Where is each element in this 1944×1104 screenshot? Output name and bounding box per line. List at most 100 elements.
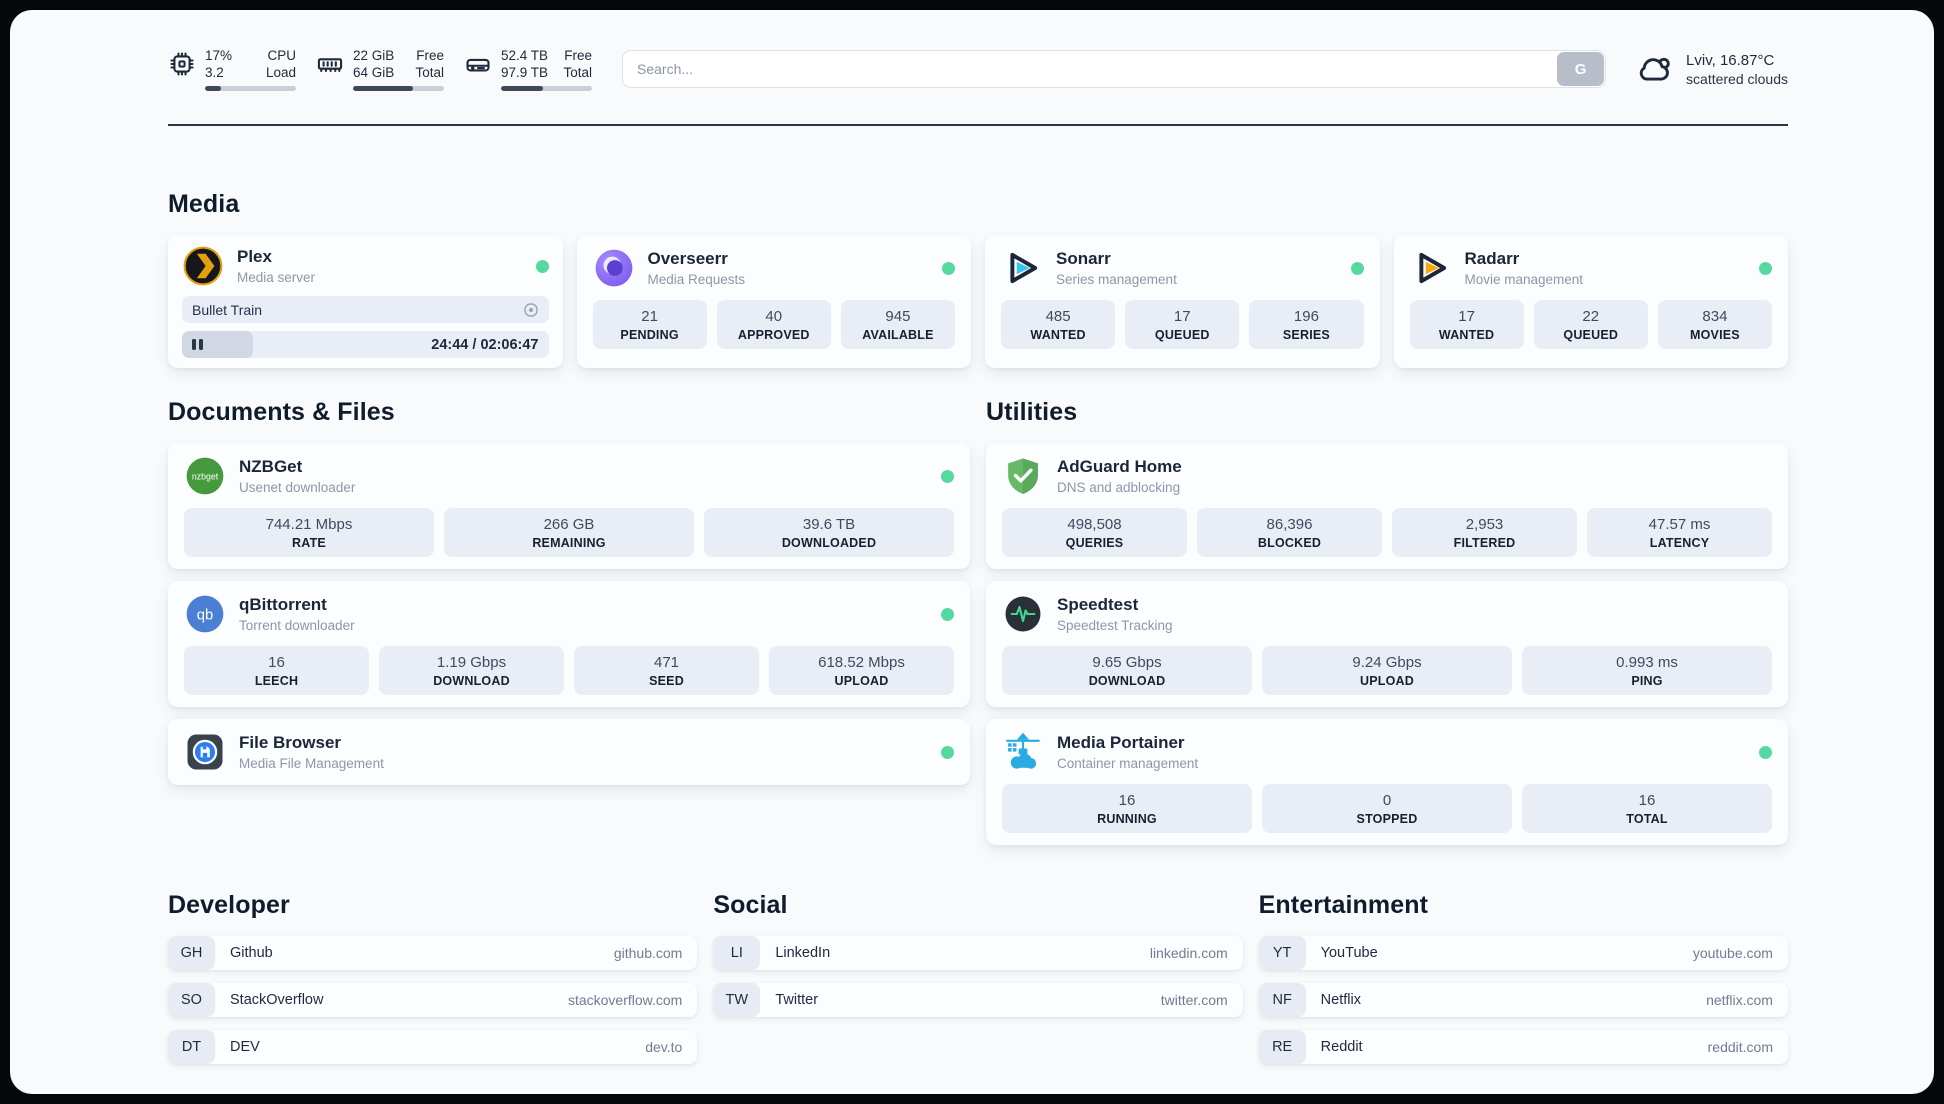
playback-time: 24:44 / 02:06:47 (431, 336, 539, 353)
ram-progress-track (353, 86, 444, 91)
portainer-card[interactable]: Media Portainer Container management 16 R… (986, 719, 1788, 845)
bookmark-row[interactable]: RE Reddit reddit.com (1258, 1030, 1788, 1064)
search-input[interactable] (622, 50, 1607, 88)
overseerr-card[interactable]: Overseerr Media Requests 21 PENDING 40 APPR… (576, 235, 971, 368)
bookmark-name: DEV (230, 1039, 260, 1055)
nzbget-title: NZBGet (239, 457, 303, 476)
bookmark-row[interactable]: DT DEV dev.to (168, 1030, 698, 1064)
nzbget-stats: 744.21 Mbps RATE 266 GB REMAINING 39.6 TB DOW… (184, 508, 954, 557)
ram-free: 22 GiB (353, 48, 395, 63)
bookmark-url: linkedin.com (1149, 945, 1228, 961)
stat-box: 744.21 Mbps RATE (184, 508, 434, 557)
qbittorrent-stats: 16 LEECH 1.19 Gbps DOWNLOAD 471 SEED 618.52 Mb… (184, 646, 954, 695)
bookmark-abbr: NF (1258, 983, 1306, 1017)
bookmark-abbr: TW (713, 983, 761, 1017)
cpu-label-bottom: Load (265, 65, 296, 80)
weather-condition: scattered clouds (1686, 70, 1788, 87)
stat-value: 22 (1582, 307, 1600, 325)
plex-card[interactable]: Plex Media server Bullet Train 24:44 / 0… (168, 235, 563, 368)
bookmark-name: Netflix (1320, 992, 1361, 1008)
adguard-stats: 498,508 QUERIES 86,396 BLOCKED 2,953 FILTERED… (1002, 508, 1772, 557)
sonarr-status-dot (1350, 261, 1364, 275)
section-title-entertainment: Entertainment (1258, 891, 1429, 919)
nzbget-status-dot (941, 469, 954, 483)
disk-icon (464, 47, 492, 91)
section-title-documents: Documents & Files (168, 398, 395, 426)
stat-value: 498,508 (1067, 515, 1122, 533)
svg-text:qb: qb (197, 607, 214, 623)
bookmark-url: github.com (613, 945, 683, 961)
bookmark-abbr: RE (1258, 1030, 1306, 1064)
stat-label: AVAILABLE (862, 327, 934, 342)
stat-label: APPROVED (737, 327, 810, 342)
stat-label: RATE (292, 535, 326, 550)
sonarr-subtitle: Series management (1056, 272, 1177, 287)
adguard-card[interactable]: AdGuard Home DNS and adblocking 498,508 Q… (986, 443, 1788, 569)
bookmark-list-developer: GH Github github.com SO StackOverflow stackov… (168, 936, 698, 1064)
sonarr-title: Sonarr (1056, 249, 1111, 268)
cpu-progress-track (205, 86, 296, 91)
plex-subtitle: Media server (237, 270, 316, 285)
stat-box: 618.52 Mbps UPLOAD (769, 646, 954, 695)
cpu-widget: 17% CPU 3.2 Load (168, 47, 296, 91)
stat-box: 945 AVAILABLE (840, 300, 956, 349)
bookmark-row[interactable]: TW Twitter twitter.com (713, 983, 1243, 1017)
bookmark-row[interactable]: GH Github github.com (168, 936, 698, 970)
bookmarks-section: Developer GH Github github.com SO StackOverf… (168, 891, 1788, 1064)
bookmark-group-entertainment: Entertainment YT YouTube youtube.com NF Netf… (1258, 891, 1788, 1064)
nzbget-card[interactable]: nzbget NZBGet Usenet downloader 744.21 M… (168, 443, 970, 569)
radarr-stats: 17 WANTED 22 QUEUED 834 MOVIES (1409, 300, 1773, 349)
stat-label: UPLOAD (834, 673, 889, 688)
screen-icon (523, 302, 539, 318)
sonarr-card[interactable]: Sonarr Series management 485 WANTED 17 QUEU… (985, 235, 1380, 368)
stat-value: 945 (885, 307, 911, 325)
bookmark-row[interactable]: SO StackOverflow stackoverflow.com (168, 983, 698, 1017)
ram-total: 64 GiB (353, 65, 395, 80)
portainer-subtitle: Container management (1057, 756, 1199, 771)
bookmark-group-social: Social LI LinkedIn linkedin.com TW Twitter tw… (713, 891, 1243, 1064)
stat-label: MOVIES (1690, 327, 1740, 342)
bookmark-list-social: LI LinkedIn linkedin.com TW Twitter twitter.c… (713, 936, 1243, 1017)
bookmark-url: netflix.com (1706, 992, 1773, 1008)
speedtest-card[interactable]: Speedtest Speedtest Tracking 9.65 Gbps DO… (986, 581, 1788, 707)
stat-value: 2,953 (1465, 515, 1504, 533)
stat-label: BLOCKED (1257, 535, 1322, 550)
stat-label: FILTERED (1453, 535, 1516, 550)
cpu-icon (168, 47, 196, 91)
stat-box: 485 WANTED (1001, 300, 1116, 349)
adguard-icon (1002, 455, 1044, 497)
stat-value: 86,396 (1266, 515, 1313, 533)
pause-icon (192, 339, 203, 350)
bookmark-row[interactable]: YT YouTube youtube.com (1258, 936, 1788, 970)
sonarr-stats: 485 WANTED 17 QUEUED 196 SERIES (1001, 300, 1364, 349)
radarr-subtitle: Movie management (1464, 272, 1584, 287)
disk-free: 52.4 TB (501, 48, 549, 63)
bookmark-abbr: YT (1258, 936, 1306, 970)
radarr-status-dot (1759, 261, 1772, 275)
bookmark-url: twitter.com (1160, 992, 1228, 1008)
stat-value: 17 (1173, 307, 1191, 325)
section-title-developer: Developer (168, 891, 290, 919)
stat-value: 39.6 TB (802, 515, 856, 533)
stat-value: 744.21 Mbps (265, 515, 353, 533)
bookmark-name: StackOverflow (230, 992, 324, 1008)
speedtest-icon (1002, 593, 1044, 635)
bookmark-abbr: LI (713, 936, 761, 970)
search-engine-button[interactable]: G (1557, 52, 1605, 86)
stat-label: RUNNING (1097, 811, 1157, 826)
stat-box: 2,953 FILTERED (1392, 508, 1577, 557)
bookmark-row[interactable]: LI LinkedIn linkedin.com (713, 936, 1243, 970)
stat-box: 16 LEECH (184, 646, 369, 695)
overseerr-title: Overseerr (647, 249, 728, 268)
plex-status-dot (535, 259, 549, 273)
bookmark-name: Github (230, 945, 273, 961)
filebrowser-card[interactable]: File Browser Media File Management (168, 719, 970, 785)
overseerr-subtitle: Media Requests (647, 272, 746, 287)
radarr-card[interactable]: Radarr Movie management 17 WANTED 22 QUEUED… (1393, 235, 1788, 368)
bookmark-row[interactable]: NF Netflix netflix.com (1258, 983, 1788, 1017)
weather-widget: Lviv, 16.87°C scattered clouds (1636, 51, 1788, 88)
qbittorrent-card[interactable]: qb qBittorrent Torrent downloader 16 LEEC… (168, 581, 970, 707)
stat-value: 47.57 ms (1648, 515, 1711, 533)
stat-value: 266 GB (543, 515, 595, 533)
radarr-title: Radarr (1464, 249, 1520, 268)
